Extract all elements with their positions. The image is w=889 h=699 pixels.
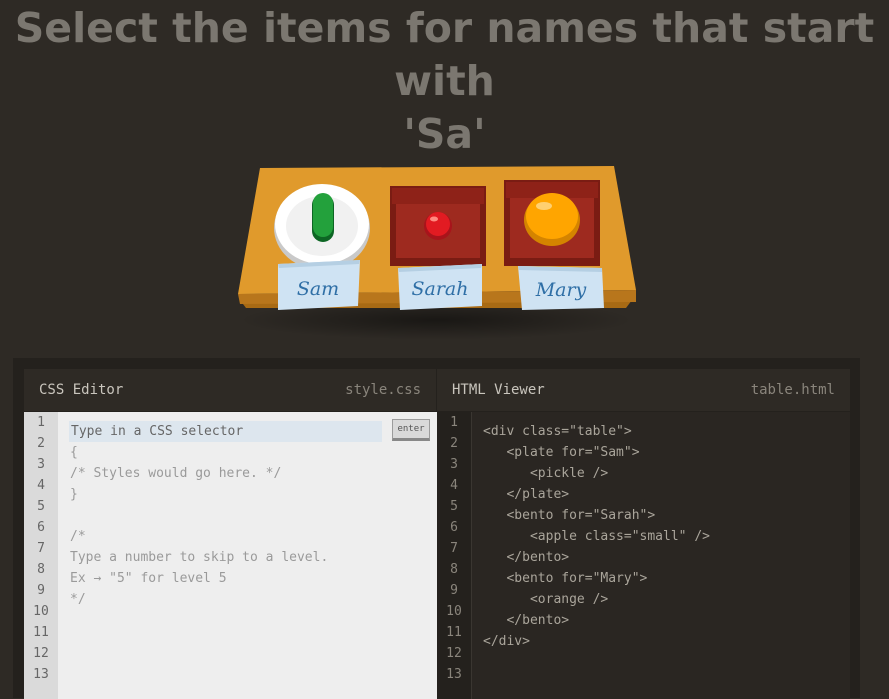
apple-small-item[interactable] [424,212,452,240]
line-number: 7 [37,541,45,556]
code-line[interactable]: <plate for="Sam"> [483,442,840,463]
line-number: 3 [450,457,458,472]
code-line[interactable]: </div> [483,631,840,652]
line-number: 1 [37,415,45,430]
html-viewer-panel: HTML Viewer table.html 1 2 3 4 5 6 7 8 9 10 11 12 13… [437,369,850,699]
line-number: 4 [450,478,458,493]
line-number: 13 [33,667,49,682]
css-editor-body: 1 2 3 4 5 6 7 8 9 10 11 12 13 {/* Styles would go he… [24,412,437,699]
line-number: 12 [446,646,462,661]
css-selector-input[interactable] [69,421,382,442]
orange-item[interactable] [524,193,580,246]
html-code-area: <div class="table"> <plate for="Sam"> <p… [483,412,840,649]
line-number: 7 [450,541,458,556]
code-line[interactable] [483,673,840,694]
html-viewer-header: HTML Viewer table.html [437,369,850,412]
mary-bento[interactable] [504,180,600,266]
sarah-name-card: Sarah [398,264,482,310]
enter-button[interactable]: enter [392,419,430,441]
code-line: /* Styles would go here. */ [70,466,282,481]
line-number: 9 [450,583,458,598]
level-instruction: Select the items for names that start wi… [0,2,889,161]
table-illustration: Sam Sarah Mary [238,166,636,310]
line-number: 11 [446,625,462,640]
sam-plate[interactable] [274,184,370,270]
code-line: } [70,487,78,502]
mary-name-card: Mary [518,266,604,310]
code-line: { [70,445,78,460]
code-line[interactable]: <bento for="Mary"> [483,568,840,589]
code-line[interactable]: </plate> [483,484,840,505]
line-number: 2 [450,436,458,451]
css-editor-filename: style.css [345,382,421,398]
line-number: 2 [37,436,45,451]
css-editor-header: CSS Editor style.css [24,369,437,412]
code-line[interactable] [483,652,840,673]
line-number: 1 [450,415,458,430]
line-number: 5 [37,499,45,514]
sam-label: Sam [297,278,339,300]
line-number: 10 [33,604,49,619]
code-line[interactable]: </bento> [483,547,840,568]
html-viewer-body: 1 2 3 4 5 6 7 8 9 10 11 12 13 <div class="table"> <p… [437,412,850,699]
pickle-item[interactable] [312,193,334,242]
line-number: 11 [33,625,49,640]
html-viewer-title: HTML Viewer [452,382,545,398]
line-number: 13 [446,667,462,682]
line-number: 4 [37,478,45,493]
code-line: */ [70,592,86,607]
line-number: 10 [446,604,462,619]
code-line[interactable]: <pickle /> [483,463,840,484]
mary-label: Mary [535,279,587,301]
code-line[interactable]: <orange /> [483,589,840,610]
html-viewer-filename: table.html [750,382,835,398]
css-line-numbers: 1 2 3 4 5 6 7 8 9 10 11 12 13 [24,412,58,699]
line-number: 12 [33,646,49,661]
instruction-line-1: Select the items for names that start wi… [14,4,875,105]
html-line-numbers: 1 2 3 4 5 6 7 8 9 10 11 12 13 [437,412,472,699]
line-number: 5 [450,499,458,514]
line-number: 6 [450,520,458,535]
code-line[interactable]: <bento for="Sarah"> [483,505,840,526]
sarah-label: Sarah [412,278,469,300]
line-number: 9 [37,583,45,598]
line-number: 8 [37,562,45,577]
sarah-bento[interactable] [390,186,486,266]
css-editor-panel: CSS Editor style.css 1 2 3 4 5 6 7 8 9 10 11 12 13 {… [24,369,437,699]
code-line[interactable]: </bento> [483,610,840,631]
sam-name-card: Sam [278,260,360,310]
table-scene: Sam Sarah Mary [226,160,646,340]
code-line[interactable]: <apple class="small" /> [483,526,840,547]
line-number: 3 [37,457,45,472]
code-line: Ex → "5" for level 5 [70,571,227,586]
line-number: 6 [37,520,45,535]
css-editor-title: CSS Editor [39,382,124,398]
code-line[interactable]: <div class="table"> [483,421,840,442]
line-number: 8 [450,562,458,577]
code-line: /* [70,529,86,544]
code-line: Type a number to skip to a level. [70,550,329,565]
instruction-line-2: 'Sa' [403,110,486,158]
